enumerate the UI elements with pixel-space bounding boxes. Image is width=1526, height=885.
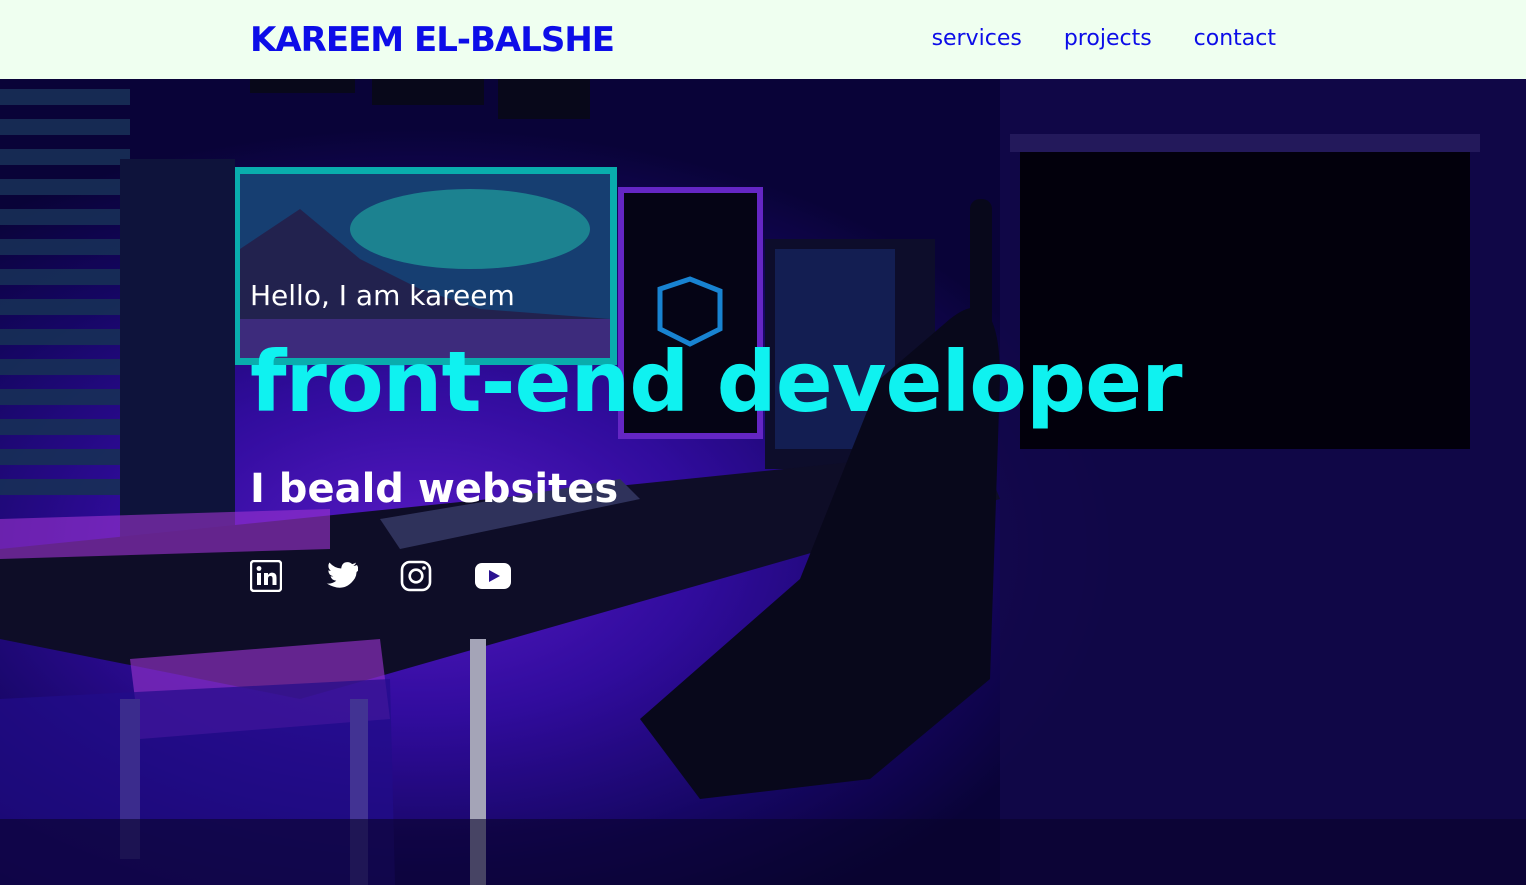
instagram-icon[interactable] <box>400 560 432 592</box>
nav-services[interactable]: services <box>932 24 1022 54</box>
hero-greeting: Hello, I am kareem <box>250 279 515 312</box>
youtube-icon[interactable] <box>474 562 512 590</box>
hero-role-title: front-end developer <box>250 333 1182 431</box>
nav-contact[interactable]: contact <box>1194 24 1276 54</box>
nav-projects[interactable]: projects <box>1064 24 1152 54</box>
hero-section: Hello, I am kareem front-end developer I… <box>0 79 1526 885</box>
hero-tagline: I beald websites <box>250 466 619 512</box>
social-links <box>250 560 512 592</box>
twitter-icon[interactable] <box>324 561 358 591</box>
main-nav: services projects contact <box>932 24 1276 54</box>
site-header: KAREEM EL-BALSHE services projects conta… <box>0 0 1526 79</box>
hero-background-image <box>0 79 1526 885</box>
linkedin-icon[interactable] <box>250 560 282 592</box>
brand-logo[interactable]: KAREEM EL-BALSHE <box>250 18 615 62</box>
